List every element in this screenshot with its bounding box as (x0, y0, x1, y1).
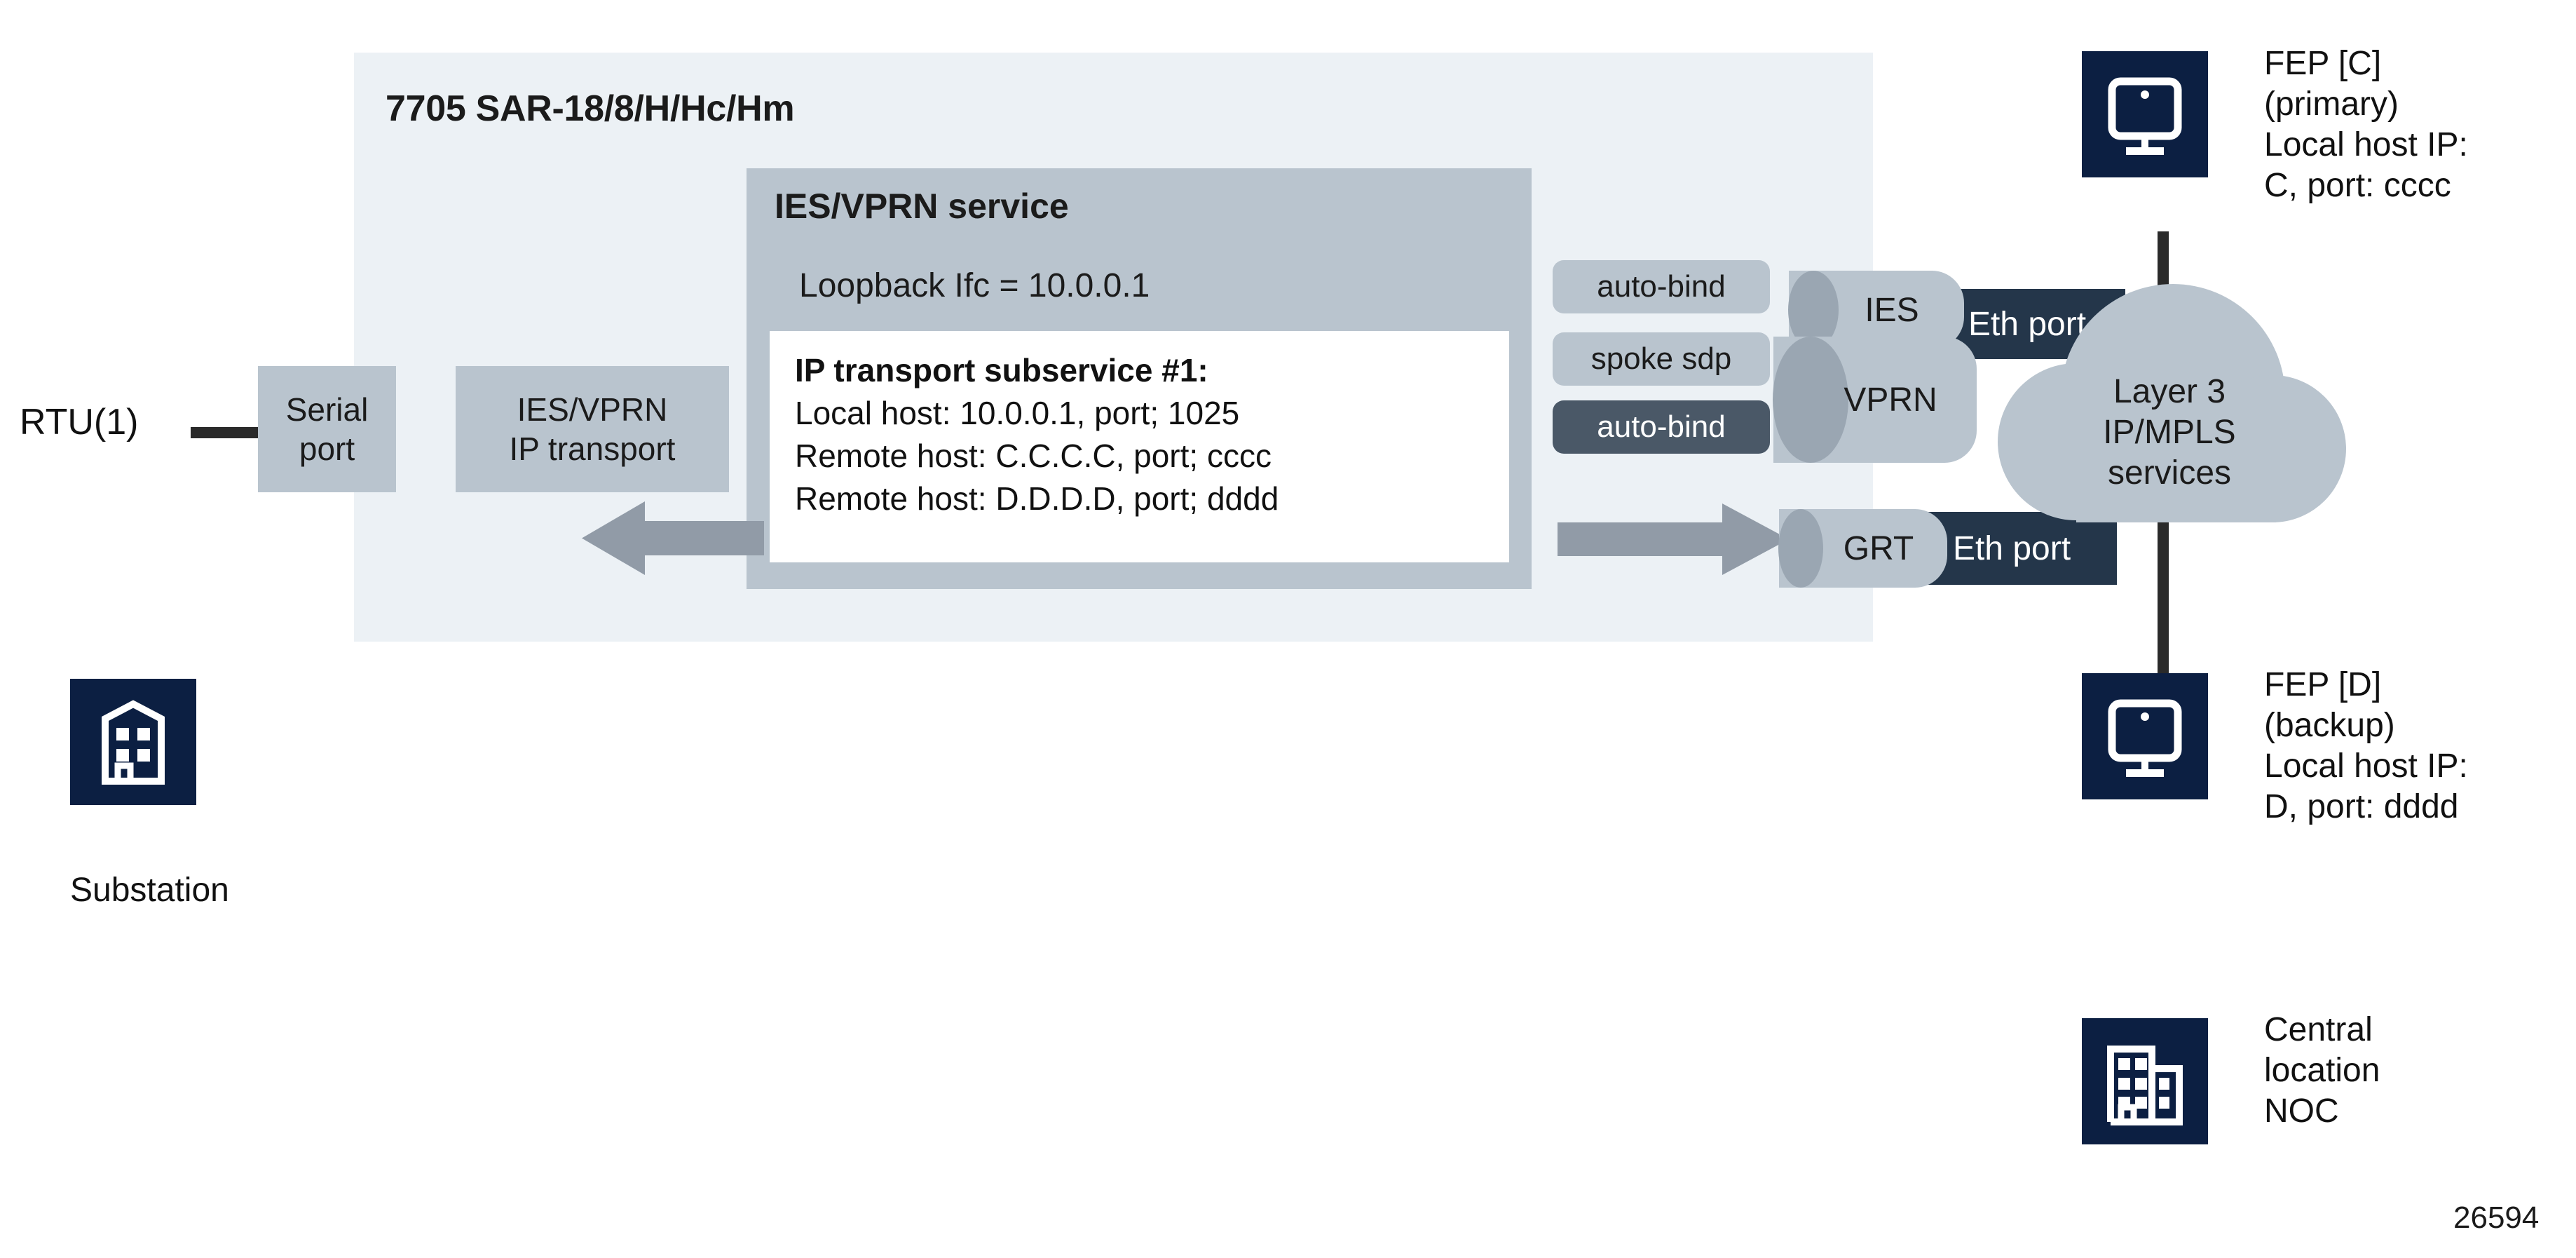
fep-d-label: FEP [D] (backup) Local host IP: D, port:… (2264, 666, 2468, 825)
grt-cylinder-label: GRT (1843, 529, 1914, 567)
auto-bind-label-top: auto-bind (1597, 269, 1726, 304)
office-building-icon (2082, 1018, 2208, 1144)
eth-port-bottom-label: Eth port (1952, 529, 2071, 567)
fep-c-label: FEP [C] (primary) Local host IP: C, port… (2264, 45, 2468, 204)
building-icon (70, 679, 196, 805)
spoke-sdp-pill: spoke sdp (1553, 332, 1770, 386)
serial-port-label: Serial port (285, 391, 369, 467)
grt-instance-cylinder: GRT (1778, 509, 1947, 588)
outbound-arrow-icon (1558, 503, 1789, 575)
vprn-cylinder-label: VPRN (1844, 381, 1937, 419)
spoke-sdp-label: spoke sdp (1590, 341, 1732, 376)
monitor-icon (2082, 51, 2208, 177)
noc-label: Central location NOC (2264, 1011, 2380, 1130)
vprn-instance-cylinder: VPRN (1773, 337, 1977, 463)
auto-bind-pill-ies: auto-bind (1553, 260, 1770, 313)
ies-vprn-service-title: IES/VPRN service (775, 187, 1069, 226)
inbound-arrow-icon (582, 501, 764, 575)
ip-transport-subservice-panel: IP transport subservice #1: Local host: … (770, 331, 1509, 562)
subservice-heading: IP transport subservice #1: (795, 352, 1208, 388)
subservice-local-host: Local host: 10.0.0.1, port; 1025 (795, 395, 1240, 431)
ies-vprn-ip-transport-block: IES/VPRN IP transport (456, 366, 729, 492)
substation-label: Substation (70, 872, 229, 909)
diagram-canvas: 7705 SAR-18/8/H/Hc/Hm RTU(1) Serial port… (0, 0, 2576, 1258)
auto-bind-pill-vprn: auto-bind (1553, 400, 1770, 454)
auto-bind-label-bottom: auto-bind (1597, 410, 1726, 444)
ip-transport-label: IES/VPRN IP transport (509, 391, 676, 467)
subservice-remote-host-1: Remote host: C.C.C.C, port; cccc (795, 438, 1272, 474)
sar-device-title: 7705 SAR-18/8/H/Hc/Hm (386, 88, 795, 129)
rtu-label: RTU(1) (20, 402, 139, 442)
serial-port-block: Serial port (258, 366, 396, 492)
rtu-connector-line (191, 427, 258, 438)
loopback-interface-label: Loopback Ifc = 10.0.0.1 (799, 267, 1150, 304)
layer3-cloud-label: Layer 3 IP/MPLS services (2103, 373, 2236, 492)
subservice-remote-host-2: Remote host: D.D.D.D, port; dddd (795, 480, 1279, 517)
figure-number: 26594 (2453, 1200, 2540, 1235)
monitor-icon (2082, 673, 2208, 799)
